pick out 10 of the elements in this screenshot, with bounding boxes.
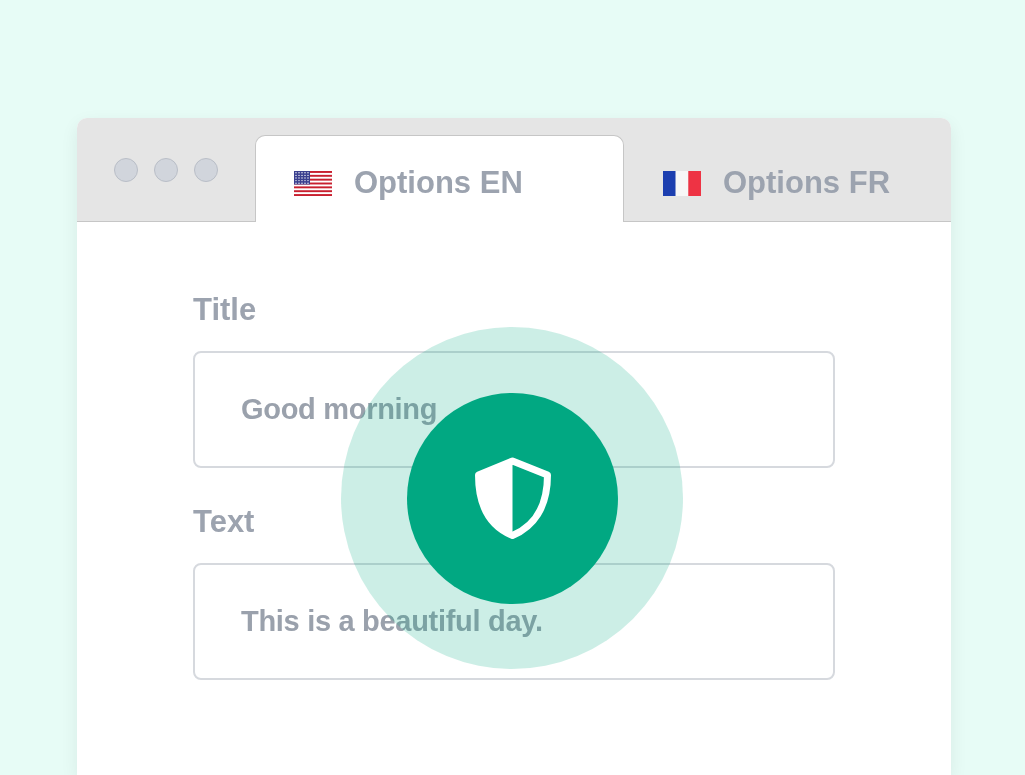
tab[interactable]: Options FR — [624, 135, 951, 222]
window-dot-icon[interactable] — [194, 157, 218, 182]
window-dot-icon[interactable] — [114, 157, 138, 182]
input-field[interactable]: This is a beautiful day. — [193, 563, 835, 680]
tab[interactable]: Options EN — [255, 135, 624, 222]
flag-icon — [663, 170, 701, 196]
field-label: Text — [193, 503, 255, 540]
window-dot-icon[interactable] — [154, 157, 178, 182]
field-label: Title — [193, 291, 257, 328]
flag-icon — [294, 170, 332, 196]
